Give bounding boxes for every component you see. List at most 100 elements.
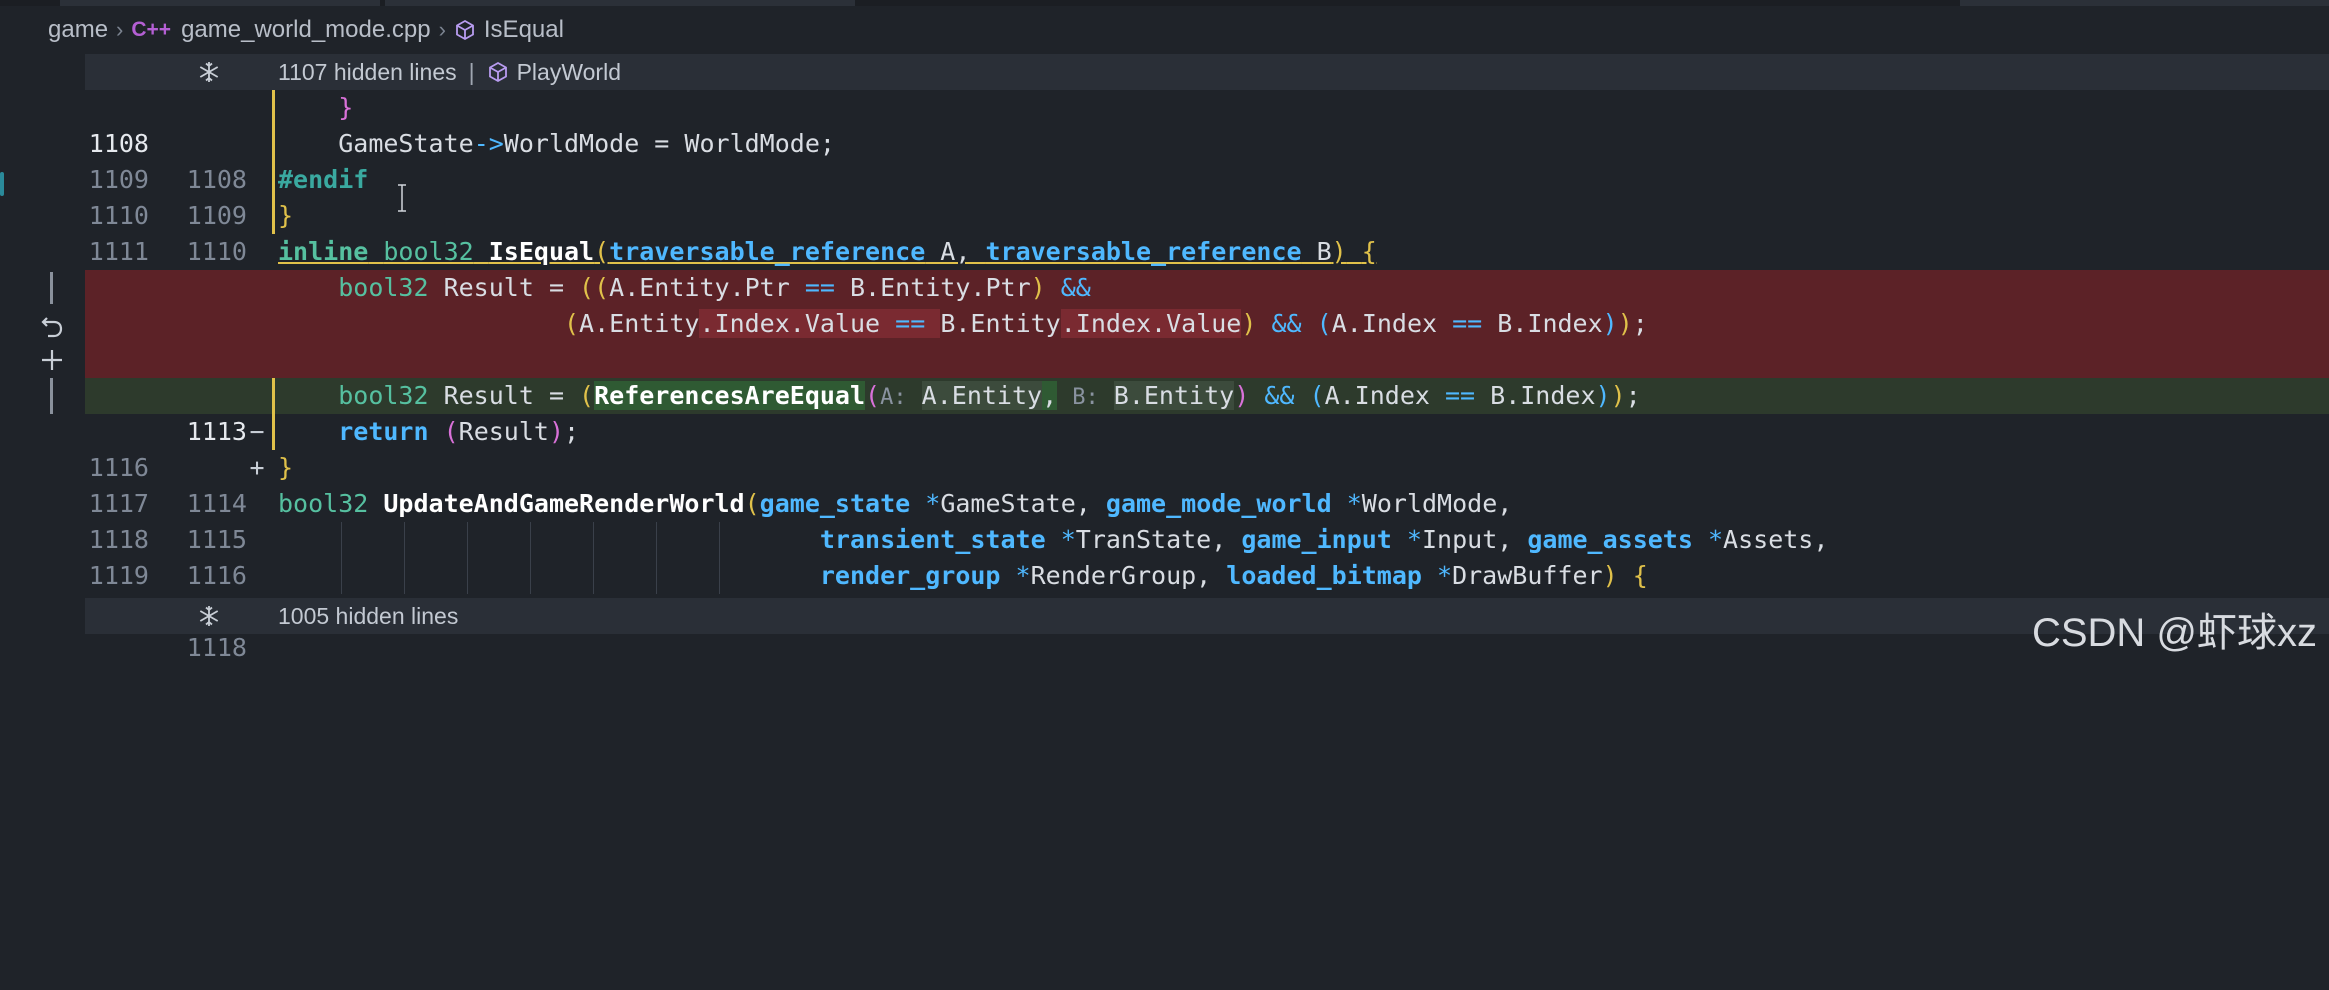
change-marker: [272, 414, 275, 450]
type: bool32: [383, 237, 474, 266]
type: game_input: [1241, 525, 1392, 554]
hunk-bar: [50, 272, 53, 304]
change-marker: [272, 198, 275, 234]
function-name: ReferencesAreEqual: [594, 381, 866, 410]
identifier: A,: [925, 237, 986, 266]
identifier: Result =: [428, 273, 580, 302]
code-text: inline bool32 IsEqual(traversable_refere…: [278, 237, 1377, 266]
diff-indicator: [0, 172, 4, 196]
code-line: 1111 1111 }: [85, 198, 2329, 302]
identifier: A.Index: [1331, 309, 1438, 338]
snowflake-fold-icon[interactable]: [197, 604, 221, 628]
breadcrumb-file[interactable]: game_world_mode.cpp: [181, 16, 430, 44]
code-text: }: [278, 198, 293, 234]
code-editor[interactable]: 1108 1108 } 1109 1109 GameState->WorldMo…: [85, 90, 2329, 662]
identifier: B.Index: [1490, 381, 1596, 410]
operator: ==: [1429, 381, 1491, 410]
plus-icon[interactable]: [38, 346, 66, 374]
identifier: B.Entity: [940, 309, 1061, 338]
change-marker: [272, 162, 275, 198]
added-line: 1113 + bool32 Result = (ReferencesAreEqu…: [85, 378, 2329, 482]
hunk-bar: [50, 378, 53, 414]
code-line: 1108 1108 }: [85, 90, 2329, 194]
code-text: return (Result);: [338, 417, 580, 446]
type: game_mode_world: [1105, 489, 1332, 518]
brace: }: [278, 201, 294, 230]
snowflake-fold-icon[interactable]: [197, 60, 221, 84]
identifier: A.Entity: [921, 381, 1043, 410]
keyword: inline: [278, 237, 369, 266]
type: loaded_bitmap: [1226, 561, 1422, 590]
separator: |: [468, 59, 475, 85]
identifier: WorldMode = WorldMode;: [503, 129, 835, 158]
type: bool32: [338, 273, 429, 302]
code-line: 1120 1118 render_group *RenderGroup, loa…: [85, 558, 2329, 662]
code-line: 1116 1114 return (Result);: [85, 414, 2329, 518]
operator: &&: [1271, 309, 1302, 338]
hidden-lines-count: 1107 hidden lines: [278, 59, 457, 85]
operator: ->: [473, 129, 504, 158]
change-marker: [272, 126, 275, 162]
code-text: bool32 Result = (ReferencesAreEqual(A: A…: [338, 381, 1641, 410]
removed-line: 1113 − bool32 Result = ((A.Entity.Ptr ==…: [85, 270, 2329, 374]
identifier: B.Index: [1497, 309, 1603, 338]
identifier: B.Entity.Ptr: [850, 273, 1031, 302]
identifier: GameState,: [940, 489, 1106, 518]
type: transient_state: [819, 525, 1046, 554]
function-name: UpdateAndGameRenderWorld: [383, 489, 745, 518]
type: game_assets: [1527, 525, 1693, 554]
code-line: 1112 1112 inline bool32 IsEqual(traversa…: [85, 234, 2329, 338]
code-line: 1110 1110 #endif: [85, 162, 2329, 266]
added-token: ,: [1042, 381, 1058, 410]
code-line: 1117 1115 }: [85, 450, 2329, 554]
operator: ==: [789, 273, 850, 302]
undo-arrow-icon[interactable]: [38, 312, 66, 340]
code-text: }: [278, 90, 353, 126]
inlay-hint: A:: [880, 385, 907, 410]
identifier: Assets,: [1723, 525, 1829, 554]
type: bool32: [338, 381, 429, 410]
code-text: (A.Entity.Index.Value == B.Entity.Index.…: [563, 309, 1648, 338]
chevron-right-icon: ›: [116, 17, 124, 42]
breadcrumb: game › C++ game_world_mode.cpp › IsEqual: [0, 6, 2329, 54]
identifier: Result: [458, 417, 549, 446]
cube-symbol-icon: [455, 19, 474, 41]
identifier: GameState: [338, 129, 474, 158]
code-text: transient_state *TranState, game_input *…: [819, 525, 1829, 554]
removed-token: .Index.Value: [699, 309, 881, 338]
inlay-hint: B:: [1072, 385, 1099, 410]
identifier: WorldMode,: [1361, 489, 1513, 518]
fold-hidden-lines-bottom[interactable]: 1005 hidden lines: [85, 598, 2329, 634]
type: game_state: [759, 489, 911, 518]
operator: &&: [1060, 273, 1091, 302]
type: bool32: [278, 489, 369, 518]
function-name: IsEqual: [488, 237, 595, 266]
identifier: TranState,: [1075, 525, 1242, 554]
removed-line: 1114 − (A.Entity.Index.Value == B.Entity…: [85, 306, 2329, 410]
removed-line: 1115 −: [85, 342, 2329, 446]
identifier: B.Entity: [1113, 381, 1235, 410]
removed-token: .Index.Value: [1060, 309, 1242, 338]
code-text: bool32 UpdateAndGameRenderWorld(game_sta…: [278, 489, 1513, 518]
fold-hidden-lines-top[interactable]: 1107 hidden lines | PlayWorld: [85, 54, 2329, 90]
code-line: 1119 1117 transient_state *TranState, ga…: [85, 522, 2329, 626]
fold-symbol[interactable]: PlayWorld: [517, 59, 621, 85]
change-marker: [272, 378, 275, 414]
identifier: Result =: [428, 381, 580, 410]
text-cursor-icon: [398, 184, 406, 212]
breadcrumb-symbol[interactable]: IsEqual: [484, 16, 564, 44]
code-text: }: [278, 450, 293, 486]
preprocessor: #endif: [278, 165, 369, 194]
identifier: A.Entity.Ptr: [609, 273, 790, 302]
code-text: render_group *RenderGroup, loaded_bitmap…: [819, 561, 1648, 590]
chevron-right-icon: ›: [438, 17, 446, 42]
type: render_group: [819, 561, 1001, 590]
change-marker: [272, 90, 275, 126]
code-line: 1118 1116 bool32 UpdateAndGameRenderWorl…: [85, 486, 2329, 590]
type: traversable_reference: [985, 237, 1302, 266]
brace: }: [338, 93, 354, 122]
type: traversable_reference: [609, 237, 926, 266]
breadcrumb-folder[interactable]: game: [48, 16, 108, 44]
cpp-file-icon: C++: [131, 18, 172, 41]
code-text: GameState->WorldMode = WorldMode;: [278, 126, 835, 162]
